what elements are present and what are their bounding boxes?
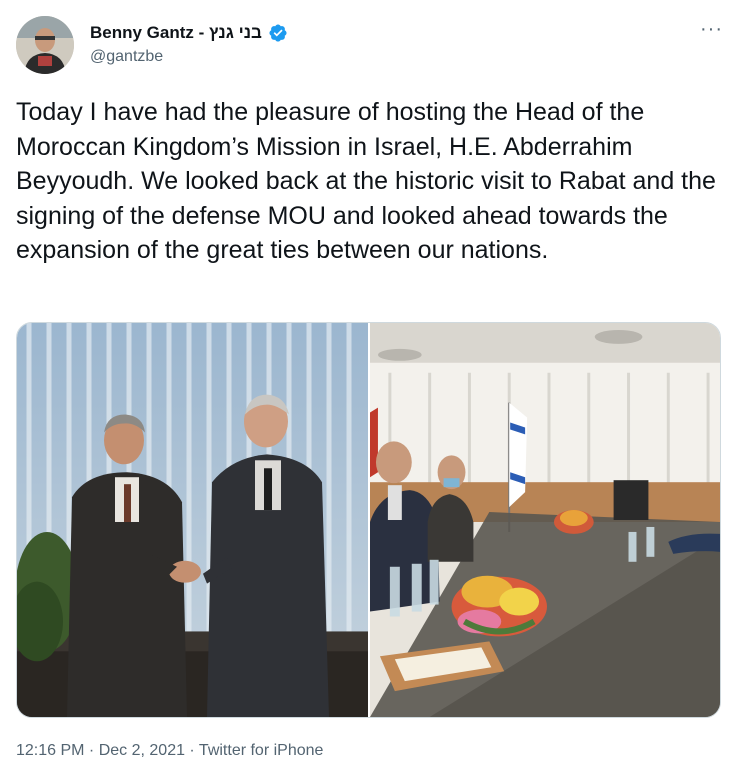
meta-separator-2: ·: [184, 742, 199, 759]
verified-badge-icon: [269, 24, 287, 42]
tweet-meta: 12:16 PM · Dec 2, 2021 · Twitter for iPh…: [16, 742, 323, 760]
more-options-button[interactable]: ···: [700, 19, 723, 39]
tweet-time[interactable]: 12:16 PM: [16, 742, 84, 759]
tweet-date[interactable]: Dec 2, 2021: [99, 742, 185, 759]
media-grid: [16, 322, 721, 718]
avatar-image: [16, 16, 74, 74]
tweet-card: Benny Gantz - בני גנץ @gantzbe ··· Today…: [0, 0, 743, 764]
author-name-row: Benny Gantz - בני גנץ: [90, 22, 288, 44]
photo-handshake[interactable]: [17, 323, 368, 717]
author-name[interactable]: Benny Gantz - בני גנץ: [90, 23, 262, 43]
photo-meeting-image: [370, 323, 720, 717]
photo-meeting[interactable]: [370, 323, 720, 717]
more-icon: ···: [700, 18, 723, 40]
tweet-text: Today I have had the pleasure of hosting…: [16, 98, 716, 264]
author-handle[interactable]: @gantzbe: [90, 48, 288, 66]
tweet-source[interactable]: Twitter for iPhone: [199, 742, 324, 759]
photo-handshake-image: [17, 323, 368, 717]
meta-separator: ·: [84, 742, 99, 759]
author-avatar[interactable]: [16, 16, 74, 74]
author-block: Benny Gantz - בני גנץ @gantzbe: [90, 22, 288, 66]
